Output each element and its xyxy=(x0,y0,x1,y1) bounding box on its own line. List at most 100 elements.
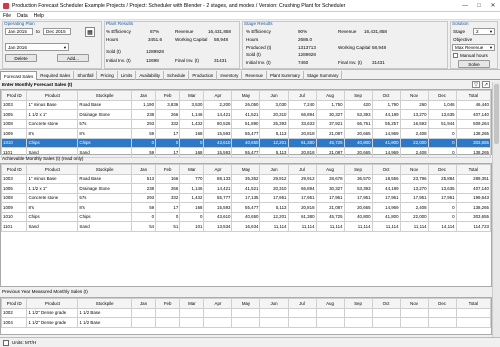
table-cell[interactable]: 1009 xyxy=(0,128,28,139)
add-button[interactable]: Add... xyxy=(57,54,89,62)
table-cell[interactable]: 12,201 xyxy=(259,137,289,148)
table-cell[interactable]: 13,270 xyxy=(399,109,429,120)
table-cell[interactable]: 1010 xyxy=(0,137,28,148)
table-cell[interactable]: 138,265 xyxy=(455,128,492,139)
table-cell[interactable]: 14,969 xyxy=(371,147,401,158)
table-cell[interactable]: 0 xyxy=(130,137,157,148)
table-cell[interactable]: 15,593 xyxy=(203,147,233,158)
table-cell[interactable]: 80,526 xyxy=(203,118,233,129)
table-cell[interactable]: 1005 xyxy=(0,109,28,120)
table-cell[interactable]: 66,761 xyxy=(343,118,373,129)
table-cell[interactable]: 30,327 xyxy=(315,109,345,120)
table-cell[interactable]: 1003 xyxy=(0,99,28,110)
table-row[interactable]: 1009 8's 8's 59 17 168 15,593 55,477 5,113 20,818… xyxy=(0,202,492,213)
tab-production[interactable]: Production xyxy=(189,71,218,80)
table-cell[interactable]: 57s xyxy=(77,118,132,129)
tab-schedule[interactable]: Schedule xyxy=(164,71,190,80)
close-icon[interactable]: ✕ xyxy=(486,0,500,12)
table-cell[interactable]: 303,655 xyxy=(455,137,492,148)
column-header[interactable]: Sep xyxy=(343,90,373,101)
column-header[interactable]: Stockpile xyxy=(77,90,132,101)
column-header[interactable]: Jan xyxy=(130,90,157,101)
table-cell[interactable]: 20,665 xyxy=(343,147,373,158)
calendar-icon[interactable]: ▦ xyxy=(85,27,95,37)
table-cell[interactable]: 0 xyxy=(427,147,457,158)
table-cell[interactable]: 40,800 xyxy=(343,137,373,148)
column-header[interactable]: Oct xyxy=(371,90,401,101)
column-header[interactable]: Jun xyxy=(259,164,289,175)
tab-stage-summary[interactable]: Stage Summary xyxy=(304,71,343,80)
table-cell[interactable]: 2,408 xyxy=(399,147,429,158)
table-cell[interactable]: 168 xyxy=(179,147,205,158)
table-cell[interactable]: 5,113 xyxy=(259,147,289,158)
scrollbar-thumb[interactable] xyxy=(494,84,499,144)
table-cell[interactable]: 1,146 xyxy=(179,109,205,120)
table-cell[interactable]: 55,477 xyxy=(231,147,261,158)
column-header[interactable]: Jan xyxy=(130,298,157,309)
table-cell[interactable]: 5,113 xyxy=(259,128,289,139)
table-cell[interactable]: 2,200 xyxy=(203,99,233,110)
column-header[interactable]: Jul xyxy=(287,164,317,175)
table-cell[interactable]: 2,408 xyxy=(399,128,429,139)
table-cell[interactable]: 15,593 xyxy=(203,128,233,139)
table-cell[interactable]: 43,610 xyxy=(203,137,233,148)
table-row[interactable]: 1008 Concrete stone 57s 293 332 1,432 55,777 17… xyxy=(0,192,492,203)
table-cell[interactable]: 46,440 xyxy=(455,99,492,110)
table-cell[interactable]: 44,189 xyxy=(371,109,401,120)
table-cell[interactable]: 51,944 xyxy=(427,118,457,129)
column-header[interactable]: Jan xyxy=(130,164,157,175)
tab-availability[interactable]: Availability xyxy=(136,71,164,80)
table-row[interactable]: 1004 1 1/2" Dense grade 1 1/2 Base xyxy=(0,317,492,328)
table-row[interactable]: 1003 1" minus Base Road Base 1,190 3,836 3,53… xyxy=(0,99,492,110)
column-header[interactable]: Aug xyxy=(315,298,345,309)
table-cell[interactable]: 55,257 xyxy=(371,118,401,129)
table-cell[interactable]: 14,969 xyxy=(371,128,401,139)
table-cell[interactable]: 55,477 xyxy=(231,128,261,139)
table-cell[interactable]: 21,087 xyxy=(315,147,345,158)
table-cell[interactable]: 53,393 xyxy=(343,109,373,120)
table-cell[interactable]: 407,140 xyxy=(455,109,492,120)
column-header[interactable]: May xyxy=(231,164,261,175)
vertical-scrollbar[interactable] xyxy=(492,82,500,337)
column-header[interactable]: Nov xyxy=(399,90,429,101)
tab-shortfall[interactable]: Shortfall xyxy=(74,71,98,80)
table-cell[interactable]: 0 xyxy=(179,137,205,148)
table-cell[interactable]: 51,890 xyxy=(231,118,261,129)
column-header[interactable]: Oct xyxy=(371,164,401,175)
table-row[interactable]: 1005 1 1/2 x 1" Drainage Stone 238 266 1,146 1… xyxy=(0,109,492,120)
table-cell[interactable]: 509,264 xyxy=(455,118,492,129)
column-header[interactable]: Product xyxy=(26,298,79,309)
column-header[interactable]: Apr xyxy=(203,90,233,101)
column-header[interactable]: Prod ID xyxy=(0,298,28,309)
table-cell[interactable]: 238 xyxy=(130,109,157,120)
table-cell[interactable]: 8's xyxy=(26,128,79,139)
table-cell[interactable]: 41,800 xyxy=(371,137,401,148)
table-cell[interactable]: 1,432 xyxy=(179,118,205,129)
table-cell[interactable]: 7,240 xyxy=(287,99,317,110)
plan-from-field[interactable]: Jan 2015 xyxy=(5,28,33,35)
column-header[interactable]: Feb xyxy=(155,164,181,175)
table-row[interactable]: 1008 Concrete stone 57s 293 332 1,432 80,526 51… xyxy=(0,118,492,129)
solve-button[interactable]: Solve xyxy=(458,60,490,68)
delete-button[interactable]: Delete xyxy=(5,54,37,62)
column-header[interactable]: Aug xyxy=(315,90,345,101)
column-header[interactable]: Dec xyxy=(427,298,457,309)
column-header[interactable]: Stockpile xyxy=(77,298,132,309)
column-header[interactable]: Aug xyxy=(315,164,345,175)
table-cell[interactable]: 1,750 xyxy=(315,99,345,110)
column-header[interactable]: Mar xyxy=(179,164,205,175)
table-cell[interactable]: 33,633 xyxy=(287,118,317,129)
column-header[interactable]: Product xyxy=(26,90,79,101)
column-header[interactable]: Nov xyxy=(399,164,429,175)
column-header[interactable]: Apr xyxy=(203,298,233,309)
column-header[interactable]: Dec xyxy=(427,164,457,175)
table-cell[interactable]: Concrete stone xyxy=(26,118,79,129)
table-cell[interactable]: 17 xyxy=(155,147,181,158)
table-cell[interactable]: 25,393 xyxy=(259,118,289,129)
maximize-icon[interactable]: □ xyxy=(472,0,486,12)
table-cell[interactable]: Road Base xyxy=(77,99,132,110)
column-header[interactable]: Jul xyxy=(287,298,317,309)
table-cell[interactable]: Sand xyxy=(77,147,132,158)
table-row[interactable]: 1009 8's 8's 59 17 168 15,593 55,477 5,113 20,818… xyxy=(0,128,492,139)
column-header[interactable]: Total xyxy=(455,298,492,309)
